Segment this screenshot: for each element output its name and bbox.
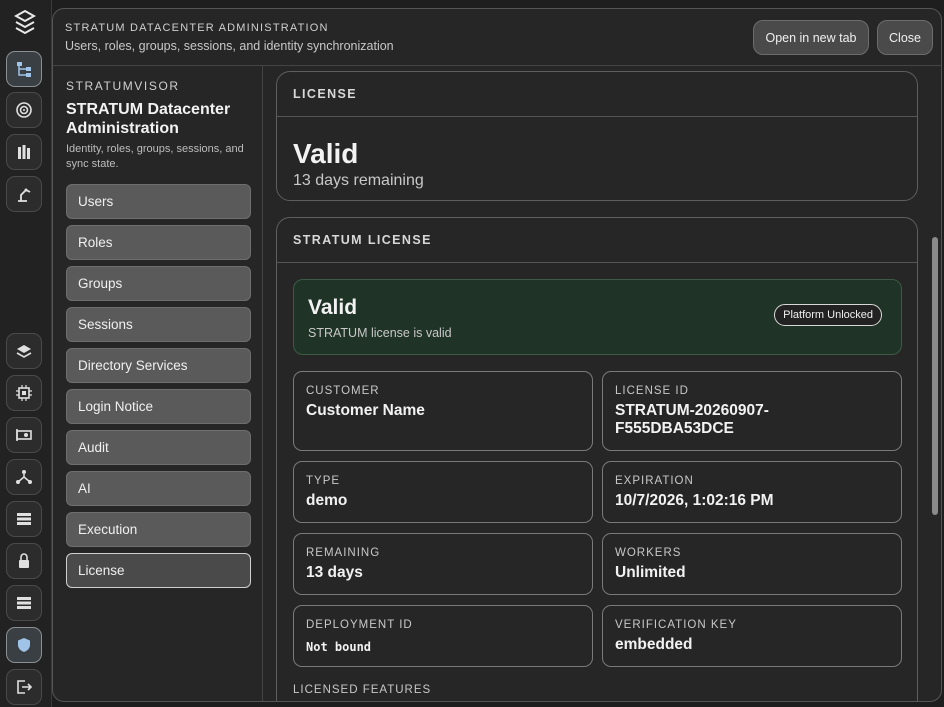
field-value: Not bound (306, 640, 372, 654)
content-area: LICENSE Valid 13 days remaining STRATUM … (264, 66, 941, 701)
open-new-tab-button[interactable]: Open in new tab (753, 20, 869, 55)
close-button[interactable]: Close (877, 20, 933, 55)
sidebar-item-sessions[interactable]: Sessions (66, 307, 251, 342)
field-label: REMAINING (306, 547, 381, 559)
gpu-card-icon[interactable] (6, 417, 42, 453)
sidebar-item-login-notice[interactable]: Login Notice (66, 389, 251, 424)
sidebar-item-roles[interactable]: Roles (66, 225, 251, 260)
stratum-card-heading: STRATUM LICENSE (277, 218, 917, 263)
field-value: 13 days (306, 564, 363, 581)
field-value: demo (306, 492, 348, 509)
field-label: WORKERS (615, 547, 682, 559)
icon-rail (0, 0, 52, 707)
target-icon[interactable] (6, 92, 42, 128)
sidebar: STRATUMVISOR STRATUM Datacenter Administ… (53, 66, 263, 701)
sidebar-item-ai[interactable]: AI (66, 471, 251, 506)
banner-status-text: STRATUM license is valid (308, 326, 452, 340)
field-label: CUSTOMER (306, 385, 380, 397)
layers-icon[interactable] (6, 333, 42, 369)
sidebar-item-execution[interactable]: Execution (66, 512, 251, 547)
field-remaining: REMAINING 13 days (293, 533, 593, 595)
field-value: Customer Name (306, 402, 425, 419)
platform-unlocked-badge: Platform Unlocked (774, 304, 882, 326)
license-valid-banner: Valid STRATUM license is valid Platform … (293, 279, 902, 355)
field-verification-key: VERIFICATION KEY embedded (602, 605, 902, 667)
lock-icon[interactable] (6, 543, 42, 579)
panel-kicker: STRATUM DATACENTER ADMINISTRATION (65, 22, 329, 34)
field-expiration: EXPIRATION 10/7/2026, 1:02:16 PM (602, 461, 902, 523)
building-icon[interactable] (6, 134, 42, 170)
cpu-icon[interactable] (6, 375, 42, 411)
field-value: Unlimited (615, 564, 686, 581)
field-type: TYPE demo (293, 461, 593, 523)
field-label: VERIFICATION KEY (615, 619, 737, 631)
field-label: DEPLOYMENT ID (306, 619, 413, 631)
admin-panel: STRATUM DATACENTER ADMINISTRATION Users,… (52, 8, 942, 702)
licensed-features-label: LICENSED FEATURES (293, 684, 432, 696)
license-status: Valid (293, 138, 359, 169)
field-customer: CUSTOMER Customer Name (293, 371, 593, 451)
storage-icon[interactable] (6, 585, 42, 621)
sidebar-item-users[interactable]: Users (66, 184, 251, 219)
field-label: LICENSE ID (615, 385, 689, 397)
sidebar-item-audit[interactable]: Audit (66, 430, 251, 465)
sidebar-item-directory-services[interactable]: Directory Services (66, 348, 251, 383)
shield-icon[interactable] (6, 627, 42, 663)
field-value: STRATUM-20260907-F555DBA53DCE (615, 402, 769, 437)
field-value: 10/7/2026, 1:02:16 PM (615, 492, 774, 509)
field-label: EXPIRATION (615, 475, 694, 487)
robot-arm-icon[interactable] (6, 176, 42, 212)
field-deployment-id: DEPLOYMENT ID Not bound (293, 605, 593, 667)
network-icon[interactable] (6, 459, 42, 495)
panel-header: STRATUM DATACENTER ADMINISTRATION Users,… (53, 9, 941, 66)
field-license-id: LICENSE ID STRATUM-20260907-F555DBA53DCE (602, 371, 902, 451)
banner-status: Valid (308, 296, 358, 319)
hierarchy-icon[interactable] (6, 51, 42, 87)
field-value: embedded (615, 636, 693, 653)
server-list-icon[interactable] (6, 501, 42, 537)
sidebar-item-license[interactable]: License (66, 553, 251, 588)
content-scrollbar[interactable] (932, 237, 938, 515)
sidebar-item-groups[interactable]: Groups (66, 266, 251, 301)
logo-icon[interactable] (11, 8, 39, 36)
sidebar-description: Identity, roles, groups, sessions, and s… (66, 143, 244, 170)
sidebar-kicker: STRATUMVISOR (66, 79, 180, 93)
panel-subtitle: Users, roles, groups, sessions, and iden… (65, 39, 394, 53)
license-card: LICENSE Valid 13 days remaining (276, 71, 918, 201)
field-label: TYPE (306, 475, 341, 487)
logout-icon[interactable] (6, 669, 42, 705)
license-card-heading: LICENSE (277, 72, 917, 117)
stratum-license-card: STRATUM LICENSE Valid STRATUM license is… (276, 217, 918, 701)
field-workers: WORKERS Unlimited (602, 533, 902, 595)
license-remaining: 13 days remaining (293, 172, 424, 189)
sidebar-title: STRATUM Datacenter Administration (66, 101, 231, 137)
